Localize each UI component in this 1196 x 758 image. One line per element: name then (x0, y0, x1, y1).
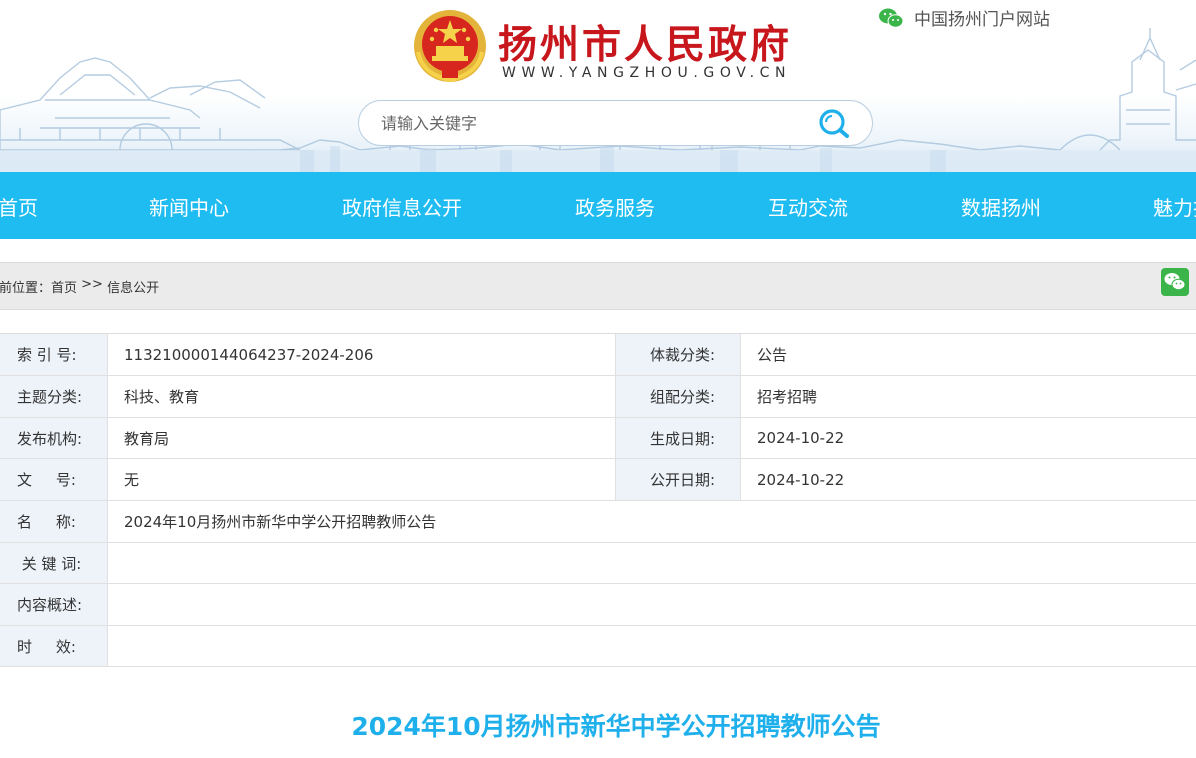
breadcrumb: 前位置： 首页 >> 信息公开 (0, 277, 159, 296)
article-title: 2024年10月扬州市新华中学公开招聘教师公告 (351, 712, 881, 741)
info-table: 索 引 号: 113210000144064237-2024-206 体裁分类:… (0, 333, 1196, 667)
breadcrumb-prefix: 前位置： (0, 281, 52, 296)
breadcrumb-current[interactable]: 信息公开 (107, 277, 159, 296)
public-date-label: 公开日期: (616, 459, 741, 500)
index-value: 113210000144064237-2024-206 (108, 334, 616, 375)
nav-item-interaction[interactable]: 互动交流 (768, 192, 848, 221)
index-label: 索 引 号: (0, 334, 108, 375)
wechat-share-icon[interactable] (1161, 268, 1189, 296)
table-row: 文 号: 无 公开日期: 2024-10-22 (0, 459, 1196, 501)
breadcrumb-bar: 前位置： 首页 >> 信息公开 (0, 262, 1196, 310)
national-emblem-icon (414, 10, 486, 83)
nav-item-data[interactable]: 数据扬州 (961, 192, 1041, 221)
org-value: 教育局 (108, 418, 616, 458)
nav-item-gov-info[interactable]: 政府信息公开 (342, 192, 462, 221)
name-label: 名 称: (0, 501, 108, 542)
nav-item-home[interactable]: 首页 (0, 192, 38, 221)
doc-number-value: 无 (108, 459, 616, 500)
genre-label: 体裁分类: (616, 334, 741, 375)
breadcrumb-home[interactable]: 首页 (51, 277, 77, 296)
config-label: 组配分类: (616, 376, 741, 417)
search-icon[interactable] (816, 105, 854, 143)
created-date-label: 生成日期: (616, 418, 741, 458)
table-row: 索 引 号: 113210000144064237-2024-206 体裁分类:… (0, 334, 1196, 376)
breadcrumb-separator: >> (77, 277, 108, 292)
summary-value (108, 584, 1196, 625)
table-row: 发布机构: 教育局 生成日期: 2024-10-22 (0, 418, 1196, 459)
genre-value: 公告 (757, 346, 788, 364)
site-header: 扬州市人民政府 WWW.YANGZHOU.GOV.CN 中国扬州门户网站 (0, 0, 1196, 172)
keyword-value (108, 543, 1196, 583)
site-title: 扬州市人民政府 (498, 23, 793, 68)
table-row: 内容概述: (0, 584, 1196, 626)
nav-item-news[interactable]: 新闻中心 (149, 192, 229, 221)
public-date-value: 2024-10-22 (757, 470, 845, 489)
topic-label: 主题分类: (0, 376, 108, 417)
created-date-value: 2024-10-22 (757, 429, 845, 447)
nav-item-services[interactable]: 政务服务 (575, 192, 655, 221)
main-nav: 首页 新闻中心 政府信息公开 政务服务 互动交流 数据扬州 魅力扬 (0, 172, 1196, 239)
wechat-icon (879, 8, 904, 28)
topic-value: 科技、教育 (108, 376, 616, 417)
config-value: 招考招聘 (757, 388, 818, 406)
table-row: 关 键 词: (0, 543, 1196, 584)
org-label: 发布机构: (0, 418, 108, 458)
site-url: WWW.YANGZHOU.GOV.CN (502, 65, 792, 81)
nav-item-charm[interactable]: 魅力扬 (1153, 192, 1196, 221)
doc-number-label: 文 号: (0, 459, 108, 500)
portal-link-label: 中国扬州门户网站 (914, 10, 1050, 30)
portal-link[interactable]: 中国扬州门户网站 (878, 5, 1050, 30)
table-row: 时 效: (0, 626, 1196, 667)
table-row: 名 称: 2024年10月扬州市新华中学公开招聘教师公告 (0, 501, 1196, 543)
validity-label: 时 效: (0, 626, 108, 666)
table-row: 主题分类: 科技、教育 组配分类: 招考招聘 (0, 376, 1196, 418)
name-value: 2024年10月扬州市新华中学公开招聘教师公告 (124, 513, 437, 531)
validity-value (108, 626, 1196, 666)
search-input[interactable] (381, 110, 801, 136)
summary-label: 内容概述: (0, 584, 108, 625)
keyword-label: 关 键 词: (0, 543, 108, 583)
search-box (358, 100, 873, 146)
